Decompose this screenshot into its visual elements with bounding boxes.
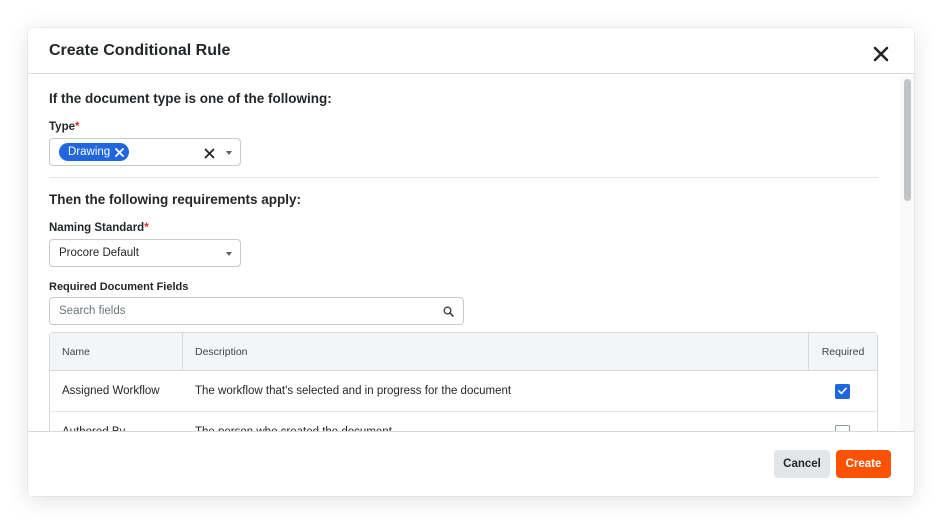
naming-standard-value: Procore Default: [59, 247, 139, 259]
chevron-down-icon[interactable]: [226, 151, 232, 155]
type-select[interactable]: Drawing: [49, 138, 241, 166]
row-required-cell: [808, 412, 877, 431]
clear-selection-button[interactable]: [204, 146, 215, 164]
scrollbar-thumb[interactable]: [904, 79, 911, 201]
modal-body: If the document type is one of the follo…: [28, 75, 914, 431]
table-row: Assigned Workflow The workflow that's se…: [50, 371, 877, 412]
condition-heading: If the document type is one of the follo…: [49, 91, 332, 106]
requirements-heading: Then the following requirements apply:: [49, 192, 302, 207]
search-icon[interactable]: [443, 306, 454, 317]
create-button[interactable]: Create: [836, 450, 891, 478]
modal-title: Create Conditional Rule: [49, 41, 231, 59]
section-divider: [49, 177, 878, 178]
chevron-down-icon[interactable]: [226, 252, 232, 256]
modal-header: Create Conditional Rule: [28, 28, 914, 74]
cancel-button[interactable]: Cancel: [774, 450, 830, 478]
chip-drawing: Drawing: [59, 143, 130, 161]
row-name: Assigned Workflow: [62, 385, 160, 397]
column-header-description: Description: [182, 333, 808, 370]
close-button[interactable]: [867, 40, 895, 68]
search-fields-box[interactable]: [49, 297, 464, 325]
table-row: Authored By The person who created the d…: [50, 412, 877, 431]
fields-table: Name Description Required Assigned Workf…: [49, 332, 878, 431]
required-fields-label: Required Document Fields: [49, 281, 189, 293]
create-conditional-rule-modal: Create Conditional Rule If the document …: [28, 28, 914, 496]
row-description: The person who created the document: [182, 412, 808, 431]
row-required-cell: [808, 371, 877, 411]
column-header-required: Required: [808, 333, 877, 370]
column-header-name: Name: [62, 345, 91, 358]
remove-chip-button[interactable]: [115, 147, 125, 157]
table-header: Name Description Required: [50, 333, 877, 371]
checkmark-icon: [838, 387, 847, 395]
required-checkbox[interactable]: [835, 383, 850, 399]
row-name: Authored By: [50, 412, 182, 431]
naming-standard-select[interactable]: Procore Default: [49, 239, 241, 267]
naming-standard-label: Naming Standard*: [49, 222, 149, 234]
close-icon: [115, 147, 125, 157]
clear-icon: [204, 148, 215, 159]
close-icon: [873, 46, 889, 61]
search-fields-input[interactable]: [59, 298, 429, 324]
type-label: Type*: [49, 121, 80, 133]
row-description: The workflow that's selected and in prog…: [195, 385, 512, 397]
modal-scrollbar[interactable]: [900, 75, 914, 431]
modal-footer: Cancel Create: [28, 431, 914, 496]
